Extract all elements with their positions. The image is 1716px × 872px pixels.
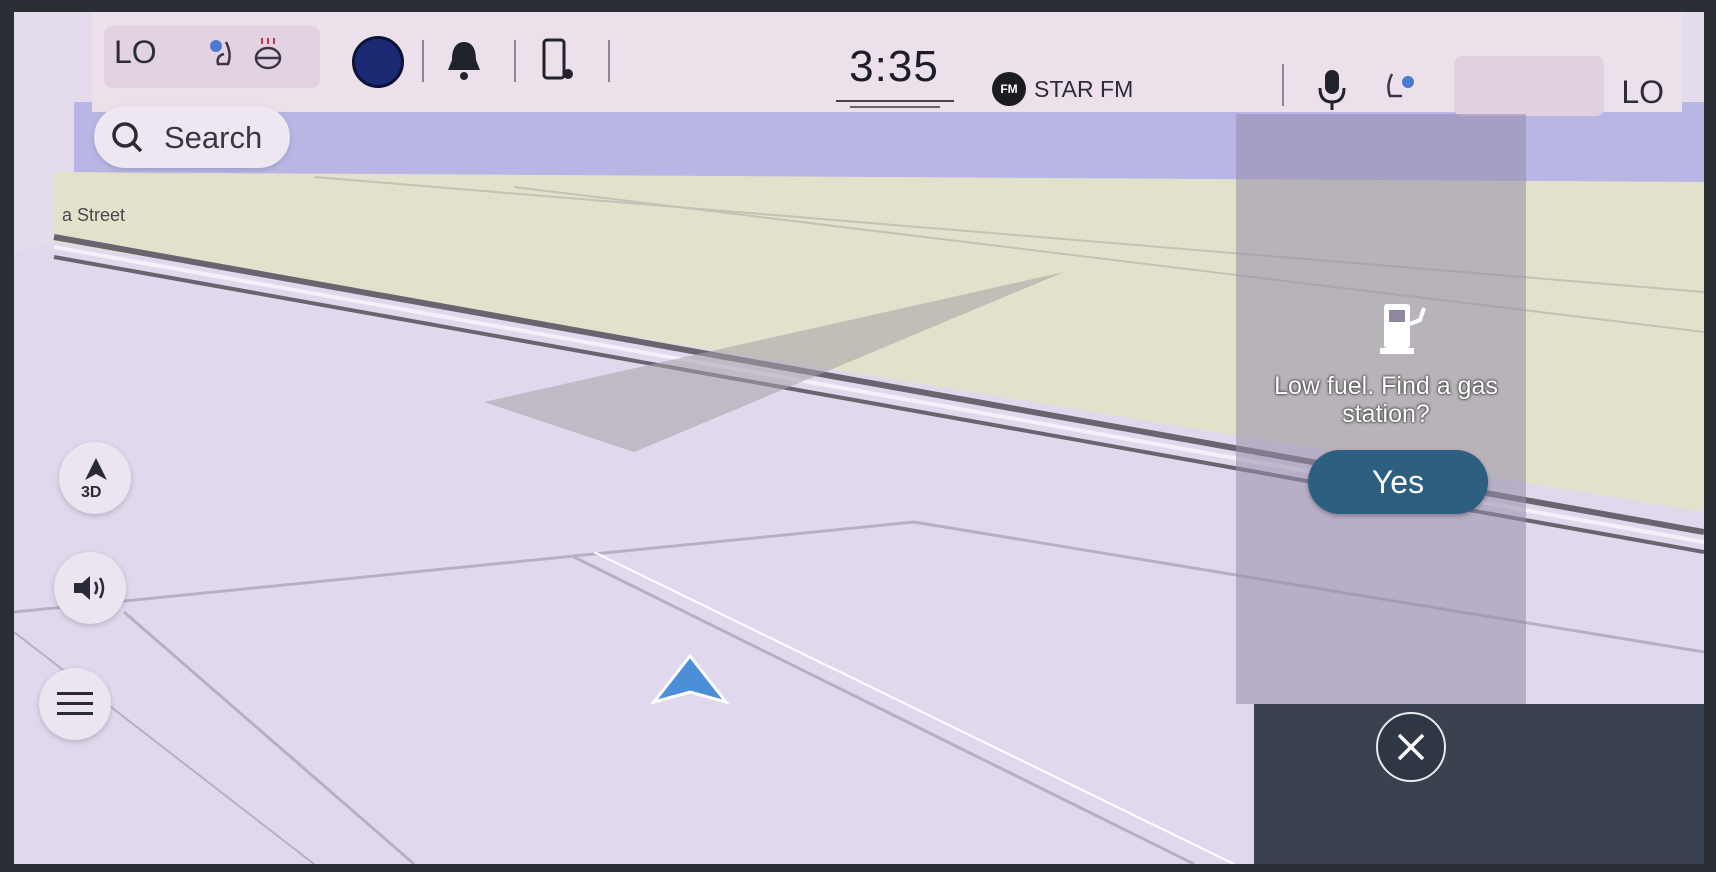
radio-station[interactable]: STAR FM — [1034, 76, 1133, 103]
right-temperature[interactable]: LO — [1621, 74, 1664, 111]
infotainment-screen: LO 3:35 FM STAR FM LO Search a Street 3D… — [14, 12, 1704, 864]
climate-right-group[interactable] — [1454, 56, 1604, 116]
street-label: a Street — [62, 205, 126, 225]
speaker-icon — [74, 576, 105, 600]
status-bar: LO 3:35 FM STAR FM LO — [92, 12, 1682, 116]
bell-icon[interactable] — [444, 38, 484, 82]
divider — [422, 40, 424, 82]
vehicle-position-arrow-icon — [650, 653, 730, 705]
search-button[interactable]: Search — [94, 106, 290, 168]
divider — [608, 40, 610, 82]
profile-avatar[interactable] — [352, 36, 404, 88]
close-button[interactable] — [1376, 712, 1446, 782]
search-label: Search — [164, 120, 263, 155]
sound-button[interactable] — [54, 552, 126, 624]
fuel-pump-icon — [1380, 304, 1426, 354]
search-icon — [112, 122, 143, 153]
view-mode-button[interactable]: 3D — [59, 442, 131, 514]
menu-button[interactable] — [39, 668, 111, 740]
heated-seat-icon[interactable] — [248, 34, 288, 74]
menu-icon — [57, 692, 93, 715]
radio-band-badge[interactable]: FM — [992, 72, 1026, 106]
divider — [1282, 64, 1284, 106]
view-mode-label: 3D — [81, 484, 102, 501]
divider — [514, 40, 516, 82]
clock-underline — [850, 106, 940, 108]
microphone-icon[interactable] — [1312, 66, 1352, 114]
close-icon — [1397, 733, 1425, 761]
yes-button[interactable]: Yes — [1308, 450, 1488, 514]
left-temperature[interactable]: LO — [114, 34, 157, 71]
compass-arrow-icon — [85, 458, 107, 480]
phone-icon[interactable] — [538, 36, 578, 86]
bottom-strip — [1254, 704, 1704, 864]
seat-fan-icon[interactable] — [204, 34, 244, 74]
fuel-alert-message: Low fuel. Find a gas station? — [1274, 372, 1498, 428]
seat-fan-icon[interactable] — [1382, 66, 1422, 106]
clock-underline — [836, 100, 954, 102]
clock: 3:35 — [849, 42, 939, 91]
